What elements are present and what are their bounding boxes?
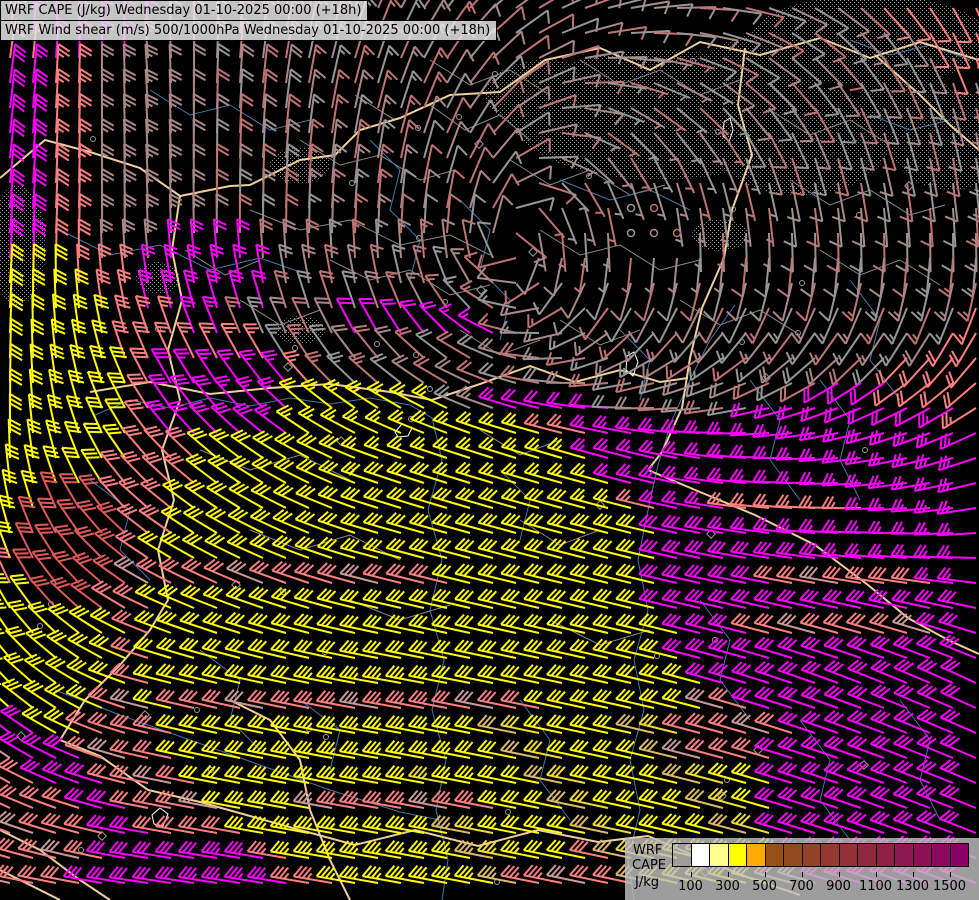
legend-color-swatch bbox=[801, 843, 821, 867]
legend-tick bbox=[912, 872, 914, 877]
legend-color-swatch bbox=[949, 843, 969, 867]
legend-tick-label: 900 bbox=[826, 879, 851, 894]
legend-color-swatch bbox=[912, 843, 932, 867]
legend-panel: WRF CAPE J/kg 100 300 500 700 900 1100 1300 150… bbox=[625, 838, 979, 900]
legend-tick-label: 1100 bbox=[858, 879, 893, 894]
legend-tick bbox=[690, 872, 692, 877]
legend-tick bbox=[764, 872, 766, 877]
header: WRF CAPE (J/kg) Wednesday 01-10-2025 00:… bbox=[0, 0, 498, 41]
legend-tick-label: 1500 bbox=[932, 879, 967, 894]
legend-color-swatch bbox=[672, 843, 692, 867]
legend-tick-label: 100 bbox=[678, 879, 703, 894]
header-line2: WRF Wind shear (m/s) 500/1000hPa Wednesd… bbox=[0, 20, 498, 41]
legend-color-swatch bbox=[764, 843, 784, 867]
legend-color-swatch bbox=[709, 843, 729, 867]
legend-color-swatch bbox=[690, 843, 710, 867]
legend-color-swatch bbox=[783, 843, 803, 867]
legend-color-swatch bbox=[894, 843, 914, 867]
legend-color-swatch bbox=[820, 843, 840, 867]
legend-tick-label: 300 bbox=[715, 879, 740, 894]
legend-color-swatch bbox=[931, 843, 951, 867]
legend-color-swatch bbox=[838, 843, 858, 867]
header-line1: WRF CAPE (J/kg) Wednesday 01-10-2025 00:… bbox=[0, 0, 369, 21]
legend-model-label: WRF bbox=[633, 843, 663, 858]
legend-tick bbox=[727, 872, 729, 877]
legend-tick-label: 1300 bbox=[895, 879, 930, 894]
legend-tick bbox=[838, 872, 840, 877]
legend-color-swatch bbox=[746, 843, 766, 867]
legend-tick-label: 500 bbox=[752, 879, 777, 894]
legend-color-swatch bbox=[727, 843, 747, 867]
legend-color-swatch bbox=[857, 843, 877, 867]
legend-color-swatch bbox=[875, 843, 895, 867]
map-canvas bbox=[0, 0, 979, 900]
legend-param-label: CAPE bbox=[632, 858, 667, 873]
legend-unit-label: J/kg bbox=[635, 875, 659, 890]
legend-tick bbox=[875, 872, 877, 877]
legend-tick-label: 700 bbox=[789, 879, 814, 894]
legend-tick bbox=[801, 872, 803, 877]
legend-tick bbox=[949, 872, 951, 877]
weather-map-stage: WRF CAPE (J/kg) Wednesday 01-10-2025 00:… bbox=[0, 0, 979, 900]
